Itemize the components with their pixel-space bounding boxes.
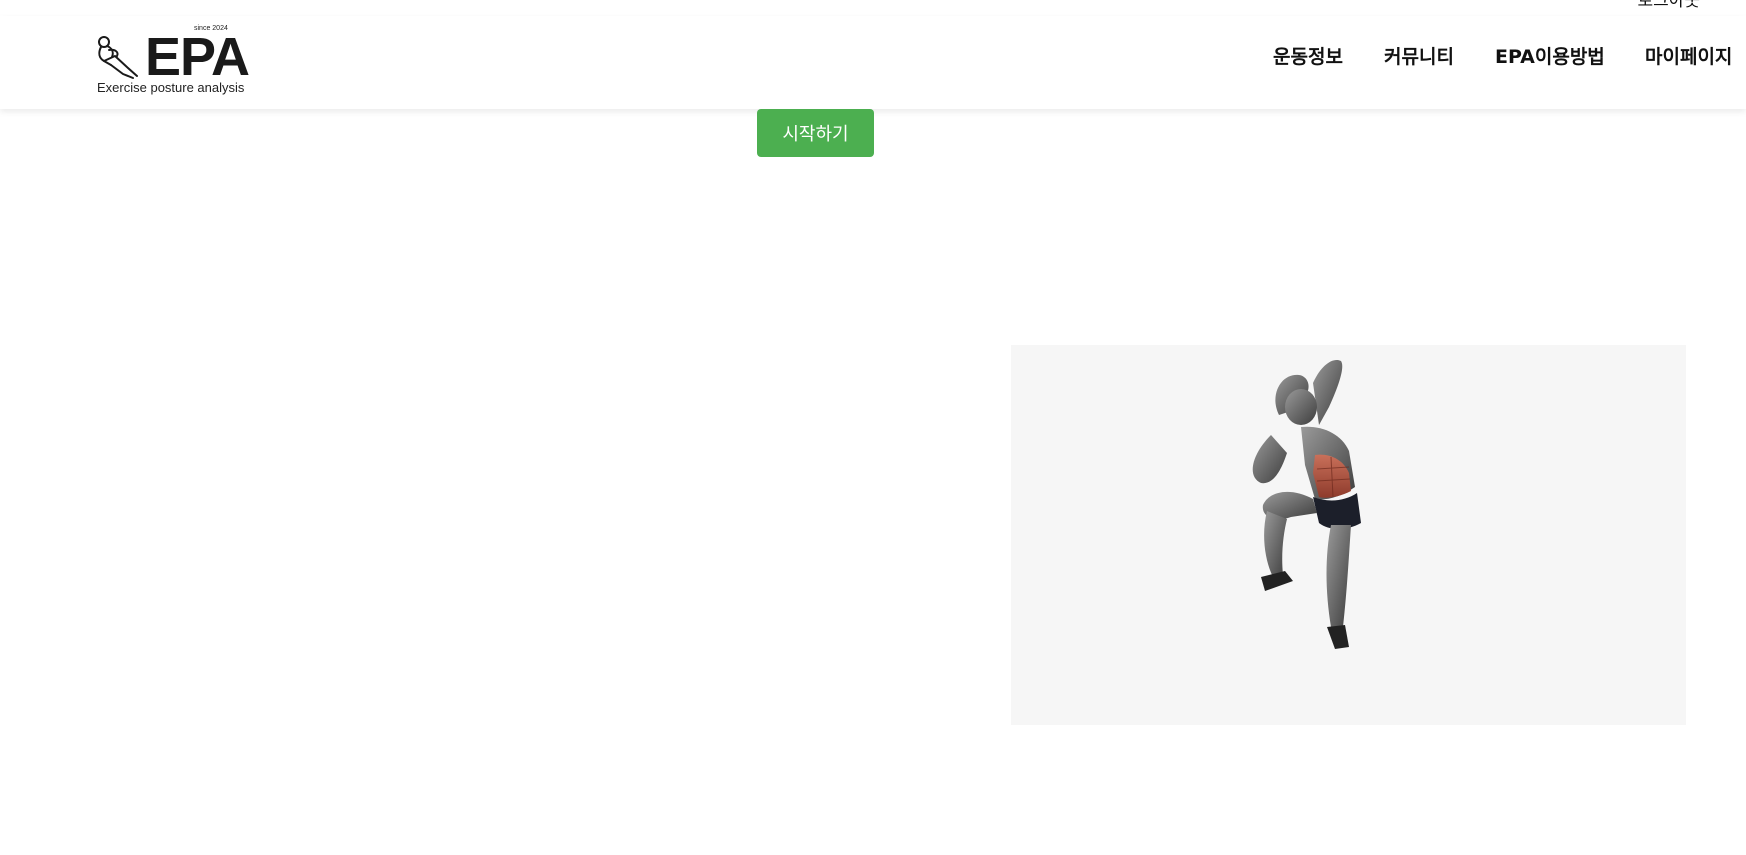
logo-tagline: Exercise posture analysis <box>97 80 245 95</box>
logout-link[interactable]: 로그아웃 <box>1637 0 1700 11</box>
site-header: since 2024 EPA Exercise posture analysis… <box>0 16 1746 109</box>
nav-exercise-info[interactable]: 운동정보 <box>1273 43 1343 71</box>
nav-mypage[interactable]: 마이페이지 <box>1645 43 1732 71</box>
exercise-image-panel <box>1011 345 1686 725</box>
start-button[interactable]: 시작하기 <box>757 109 874 157</box>
exercise-standing-crunch-illustration <box>1252 359 1361 649</box>
nav-how-to-use[interactable]: EPA이용방법 <box>1495 43 1605 71</box>
main-nav: 운동정보 커뮤니티 EPA이용방법 마이페이지 <box>0 43 1746 73</box>
topbar: 로그아웃 <box>0 0 1746 16</box>
nav-community[interactable]: 커뮤니티 <box>1384 43 1454 71</box>
